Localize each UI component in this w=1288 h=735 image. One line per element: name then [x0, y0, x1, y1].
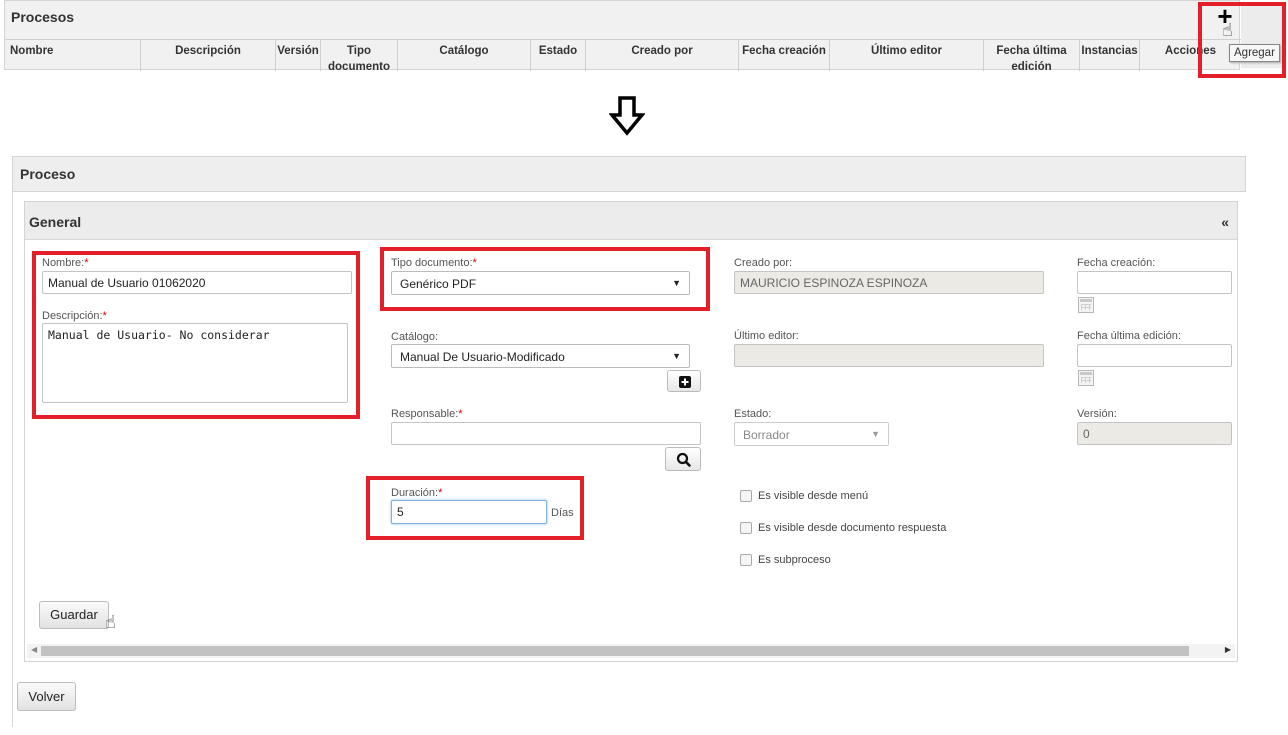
visible-documento-checkbox-row[interactable]: Es visible desde documento respuesta: [740, 522, 946, 534]
visible-menu-checkbox-row[interactable]: Es visible desde menú: [740, 490, 868, 502]
caret-down-icon: ▼: [672, 351, 681, 361]
visible-documento-checkbox[interactable]: [740, 522, 752, 534]
plus-square-icon: [679, 376, 691, 388]
col-fecha-ultima-edicion[interactable]: Fecha última edición: [984, 40, 1080, 73]
down-arrow-icon: [609, 96, 645, 136]
add-catalog-button[interactable]: [667, 370, 701, 392]
scroll-right-icon[interactable]: ▶: [1225, 645, 1231, 654]
horizontal-scrollbar[interactable]: ◀ ▶: [27, 644, 1235, 658]
version-label: Versión:: [1077, 408, 1117, 420]
catalogo-select[interactable]: Manual De Usuario-Modificado ▼: [391, 344, 690, 368]
version-field: 0: [1077, 422, 1232, 445]
panel-border: [12, 192, 13, 727]
procesos-panel: Procesos Nombre Descripción Versión Tipo…: [4, 0, 1241, 73]
highlight-nombre-descripcion: [32, 251, 360, 419]
highlight-duracion: [366, 476, 584, 540]
col-version[interactable]: Versión: [276, 40, 321, 71]
visible-menu-checkbox[interactable]: [740, 490, 752, 502]
col-nombre[interactable]: Nombre: [5, 40, 141, 71]
collapse-icon[interactable]: «: [1221, 214, 1229, 230]
col-estado[interactable]: Estado: [531, 40, 586, 71]
fecha-creacion-label: Fecha creación:: [1077, 257, 1156, 269]
calendar-icon[interactable]: [1078, 370, 1094, 386]
col-catalogo[interactable]: Catálogo: [398, 40, 531, 71]
general-title: General: [29, 214, 82, 230]
col-tipo-documento[interactable]: Tipo documento: [321, 40, 398, 73]
scroll-left-icon[interactable]: ◀: [31, 645, 37, 654]
ultimo-editor-field: [734, 344, 1044, 367]
ultimo-editor-label: Último editor:: [734, 330, 799, 342]
proceso-panel-header: Proceso: [12, 156, 1246, 192]
estado-select[interactable]: Borrador ▼: [734, 422, 889, 446]
fecha-ultima-edicion-label: Fecha última edición:: [1077, 330, 1181, 342]
subproceso-checkbox[interactable]: [740, 554, 752, 566]
hand-cursor-icon: ☝: [105, 612, 116, 632]
col-fecha-creacion[interactable]: Fecha creación: [739, 40, 830, 71]
col-descripcion[interactable]: Descripción: [141, 40, 276, 71]
visible-menu-label: Es visible desde menú: [758, 490, 869, 502]
fecha-creacion-input[interactable]: [1077, 271, 1232, 294]
search-responsable-button[interactable]: [665, 447, 701, 471]
caret-down-icon: ▼: [871, 429, 880, 439]
highlight-add-button: [1198, 2, 1286, 78]
general-section-header[interactable]: General «: [25, 202, 1237, 240]
fecha-ultima-edicion-input[interactable]: [1077, 344, 1232, 367]
scrollbar-thumb[interactable]: [41, 646, 1189, 656]
calendar-icon[interactable]: [1078, 297, 1094, 313]
proceso-title: Proceso: [20, 166, 76, 182]
procesos-title: Procesos: [11, 9, 75, 25]
col-ultimo-editor[interactable]: Último editor: [830, 40, 984, 71]
col-instancias[interactable]: Instancias: [1080, 40, 1140, 71]
creado-por-field: MAURICIO ESPINOZA ESPINOZA: [734, 271, 1044, 294]
save-button[interactable]: Guardar: [39, 601, 109, 629]
highlight-tipo-documento: [380, 247, 710, 311]
search-icon: [676, 452, 691, 467]
procesos-table-header: Nombre Descripción Versión Tipo document…: [5, 39, 1241, 73]
visible-documento-label: Es visible desde documento respuesta: [758, 522, 947, 534]
subproceso-label: Es subproceso: [758, 554, 831, 566]
estado-label: Estado:: [734, 408, 772, 420]
subproceso-checkbox-row[interactable]: Es subproceso: [740, 554, 831, 566]
creado-por-label: Creado por:: [734, 257, 793, 269]
col-creado-por[interactable]: Creado por: [586, 40, 739, 71]
responsable-input[interactable]: [391, 422, 701, 445]
catalogo-label: Catálogo:: [391, 331, 439, 343]
responsable-label: Responsable:*: [391, 408, 463, 420]
back-button[interactable]: Volver: [17, 682, 76, 711]
